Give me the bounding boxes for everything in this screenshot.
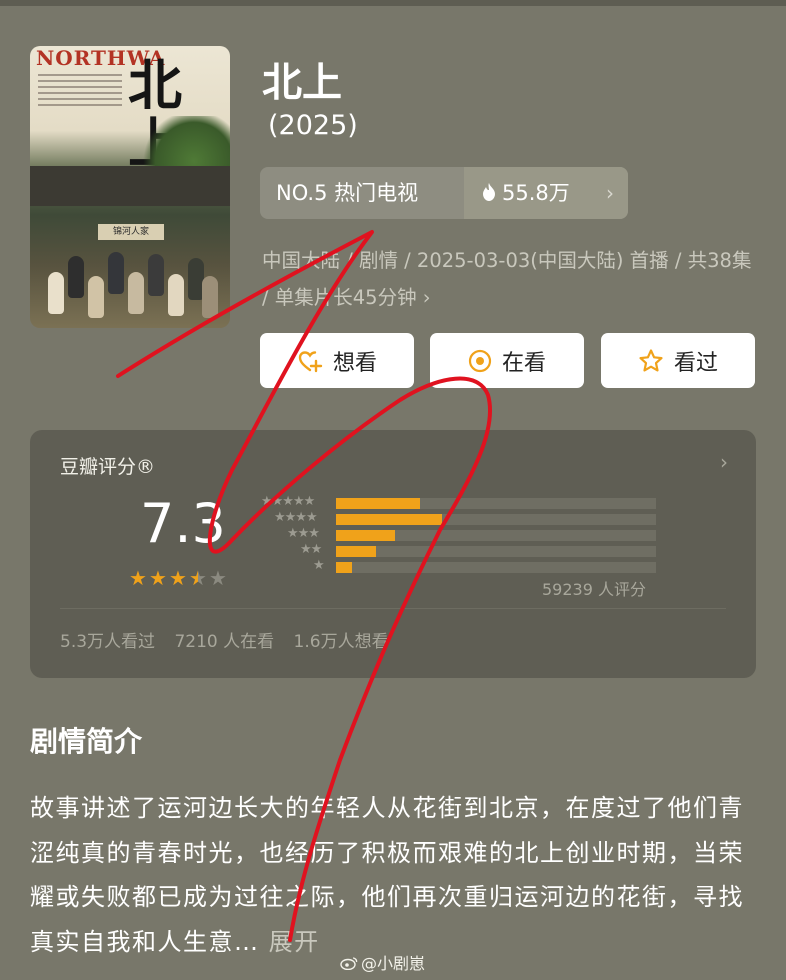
distribution-track — [336, 514, 656, 525]
distribution-bar — [336, 530, 395, 541]
meta-text: 中国大陆 / 剧情 / 2025-03-03(中国大陆) 首播 / 共38集 /… — [262, 249, 752, 309]
watching-label: 在看 — [501, 350, 546, 376]
want-label: 想看 — [332, 350, 377, 376]
chevron-right-icon: › — [606, 181, 614, 205]
rating-stars: ★ ★ ★ ★ ★ — [128, 566, 228, 590]
star-icon: ★ — [129, 566, 147, 590]
watched-label: 看过 — [673, 350, 718, 376]
synopsis-body: 故事讲述了运河边长大的年轻人从花街到北京，在度过了他们青涩纯真的青春时光，也经历… — [30, 794, 744, 956]
distribution-bar — [336, 562, 352, 573]
divider — [60, 608, 726, 609]
chevron-right-icon[interactable]: › — [720, 450, 728, 474]
poster-text-lines — [38, 74, 122, 110]
rating-count: 59239 人评分 — [542, 580, 646, 599]
heat-value: 55.8万 — [502, 181, 570, 205]
star-icon: ★ — [209, 566, 227, 590]
poster-sign: 锦河人家 — [98, 224, 164, 240]
synopsis-heading: 剧情简介 — [30, 725, 143, 758]
star-outline-icon — [639, 348, 663, 371]
watched-count[interactable]: 5.3万人看过 — [60, 632, 155, 652]
show-year: (2025) — [268, 110, 358, 141]
show-title: 北上 — [262, 60, 342, 106]
heat-section[interactable]: 55.8万 › — [464, 167, 628, 219]
ranking-label[interactable]: NO.5 热门电视 — [260, 167, 464, 219]
distribution-track — [336, 530, 656, 541]
want-count[interactable]: 1.6万人想看 — [294, 632, 389, 652]
distribution-track — [336, 546, 656, 557]
chevron-right-icon: › — [422, 286, 431, 309]
ranking-bar[interactable]: NO.5 热门电视 55.8万 › — [260, 167, 628, 219]
status-bar-strip — [0, 0, 786, 6]
watching-count[interactable]: 7210 人在看 — [174, 632, 274, 652]
watched-button[interactable]: 看过 — [601, 333, 755, 388]
distribution-bar — [336, 498, 420, 509]
weibo-watermark: @小剧崽 — [340, 950, 425, 974]
watermark-text: @小剧崽 — [361, 954, 426, 973]
star-icon: ★ — [189, 566, 207, 590]
poster-image[interactable]: NORTHWA 北上 锦河人家 — [30, 46, 230, 328]
rating-stats: 5.3万人看过 7210 人在看 1.6万人想看 — [60, 627, 403, 652]
weibo-icon — [340, 957, 358, 971]
synopsis-text: 故事讲述了运河边长大的年轻人从花街到北京，在度过了他们青涩纯真的青春时光，也经历… — [30, 786, 758, 964]
distribution-track — [336, 498, 656, 509]
fire-icon — [483, 183, 495, 201]
rating-card-title: 豆瓣评分® — [60, 456, 156, 478]
star-icon: ★ — [149, 566, 167, 590]
distribution-bar — [336, 546, 376, 557]
target-icon — [468, 349, 492, 372]
distribution-bar — [336, 514, 442, 525]
poster-cast — [48, 242, 218, 328]
show-meta[interactable]: 中国大陆 / 剧情 / 2025-03-03(中国大陆) 首播 / 共38集 /… — [262, 242, 762, 316]
heart-plus-icon — [298, 350, 323, 372]
rating-score: 7.3 — [140, 492, 226, 555]
watching-button[interactable]: 在看 — [430, 333, 584, 388]
want-to-watch-button[interactable]: 想看 — [260, 333, 414, 388]
expand-link[interactable]: 展开 — [269, 928, 320, 956]
rating-card[interactable]: 豆瓣评分® › 7.3 ★ ★ ★ ★ ★ ★★★★★ ★★★★ ★★★ ★★ ★ 59239 … — [30, 430, 756, 678]
star-icon: ★ — [169, 566, 187, 590]
distribution-track — [336, 562, 656, 573]
poster-roof — [30, 166, 230, 206]
